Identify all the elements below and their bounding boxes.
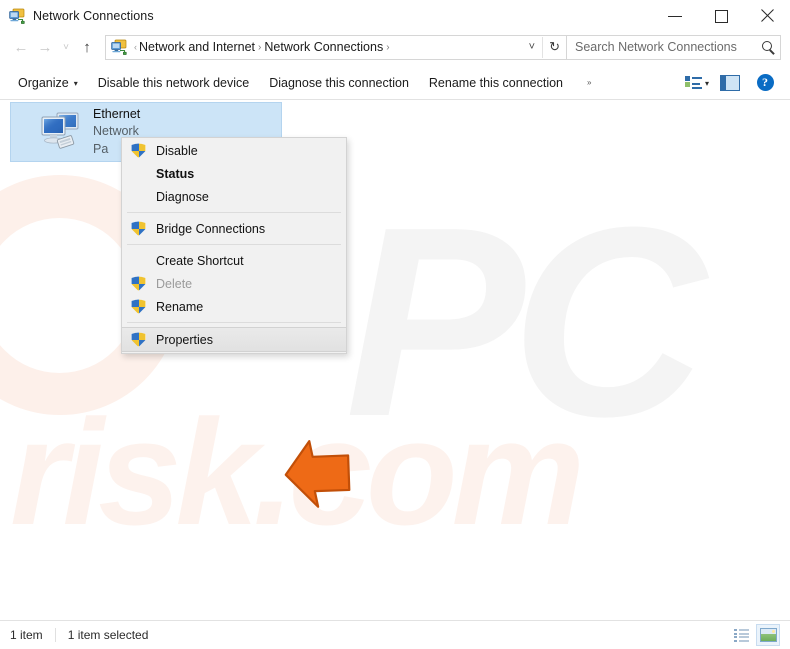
recent-locations-button[interactable]: ˅: [57, 35, 75, 59]
disable-network-device-button[interactable]: Disable this network device: [88, 70, 259, 96]
context-menu-label: Properties: [156, 332, 213, 347]
address-row: ← → ˅ ↑ ‹ Network and Internet › Network…: [0, 32, 790, 66]
status-separator: [54, 628, 56, 642]
search-icon: [758, 37, 780, 58]
item-count: 1 item: [10, 628, 43, 642]
breadcrumb-separator-2[interactable]: ›: [386, 42, 389, 53]
uac-shield-icon: [131, 143, 156, 158]
close-button[interactable]: [744, 0, 790, 32]
breadcrumb-network-connections[interactable]: Network Connections: [264, 40, 383, 54]
close-icon: [760, 9, 774, 23]
context-menu-label: Diagnose: [156, 189, 209, 204]
context-menu-label: Status: [156, 166, 195, 181]
toolbar-overflow-button[interactable]: »: [573, 78, 605, 87]
content-area: PC risk.com Ethernet Network Pa Disable …: [0, 100, 790, 620]
uac-shield-icon: [131, 276, 156, 291]
context-menu-item-status[interactable]: Status: [122, 162, 346, 185]
context-menu-item-rename[interactable]: Rename: [122, 295, 346, 318]
rename-connection-button[interactable]: Rename this connection: [419, 70, 573, 96]
large-icons-view-button[interactable]: [756, 624, 780, 646]
context-menu-label: Delete: [156, 276, 193, 291]
connection-name: Ethernet: [93, 107, 141, 122]
address-dropdown-icon[interactable]: ˅: [522, 41, 542, 53]
maximize-button[interactable]: [698, 0, 744, 32]
ethernet-adapter-icon: [37, 111, 83, 153]
details-view-icon: [733, 629, 749, 642]
context-menu-label: Rename: [156, 299, 204, 314]
caption-buttons: [652, 0, 790, 32]
details-view-button[interactable]: [730, 625, 752, 645]
context-menu-item-properties[interactable]: Properties: [122, 327, 346, 352]
preview-pane-button[interactable]: [712, 70, 748, 96]
uac-shield-icon: [131, 221, 156, 236]
back-button[interactable]: ←: [9, 35, 33, 59]
minimize-button[interactable]: [652, 0, 698, 32]
context-menu-item-disable[interactable]: Disable: [122, 139, 346, 162]
explorer-window: Network Connections ← → ˅ ↑ ‹ Network an…: [0, 0, 790, 649]
search-box[interactable]: Search Network Connections: [567, 34, 781, 60]
context-menu-separator: [127, 212, 341, 213]
context-menu: Disable Status Diagnose Bridge Connectio…: [121, 137, 347, 354]
breadcrumb-root-separator: ‹: [134, 42, 137, 52]
breadcrumb-separator-1[interactable]: ›: [258, 42, 261, 53]
context-menu-separator: [127, 322, 341, 323]
organize-label: Organize: [18, 75, 69, 90]
search-input[interactable]: Search Network Connections: [567, 40, 758, 54]
help-button[interactable]: ?: [748, 70, 782, 96]
network-folder-icon: [111, 39, 127, 55]
large-icons-view-icon: [759, 628, 777, 642]
status-bar: 1 item 1 item selected: [0, 620, 790, 649]
context-menu-item-diagnose[interactable]: Diagnose: [122, 185, 346, 208]
context-menu-label: Disable: [156, 143, 198, 158]
help-icon: ?: [756, 74, 774, 91]
context-menu-item-delete: Delete: [122, 272, 346, 295]
uac-shield-icon: [131, 332, 156, 347]
network-connections-icon: [9, 8, 25, 24]
selection-status: 1 item selected: [67, 628, 149, 642]
address-bar[interactable]: ‹ Network and Internet › Network Connect…: [105, 34, 567, 60]
context-menu-separator: [127, 244, 341, 245]
chevron-down-icon: ▾: [73, 79, 78, 88]
preview-pane-icon: [720, 74, 740, 91]
minimize-icon: [668, 15, 682, 17]
context-menu-item-bridge-connections[interactable]: Bridge Connections: [122, 217, 346, 240]
refresh-icon[interactable]: ↻: [543, 39, 566, 55]
organize-button[interactable]: Organize ▾: [8, 70, 88, 96]
forward-button[interactable]: →: [33, 35, 57, 59]
diagnose-connection-button[interactable]: Diagnose this connection: [259, 70, 419, 96]
change-view-icon: [684, 75, 702, 90]
window-title: Network Connections: [33, 9, 154, 23]
up-button[interactable]: ↑: [75, 35, 99, 59]
context-menu-label: Create Shortcut: [156, 253, 244, 268]
maximize-icon: [714, 9, 728, 23]
change-view-button[interactable]: ▾: [682, 70, 712, 96]
breadcrumb-network-and-internet[interactable]: Network and Internet: [139, 40, 255, 54]
title-bar: Network Connections: [0, 0, 790, 32]
change-view-chevron-down-icon: ▾: [704, 79, 709, 88]
uac-shield-icon: [131, 299, 156, 314]
context-menu-label: Bridge Connections: [156, 221, 266, 236]
command-toolbar: Organize ▾ Disable this network device D…: [0, 66, 790, 100]
watermark-domain: risk.com: [10, 388, 585, 556]
context-menu-item-create-shortcut[interactable]: Create Shortcut: [122, 249, 346, 272]
